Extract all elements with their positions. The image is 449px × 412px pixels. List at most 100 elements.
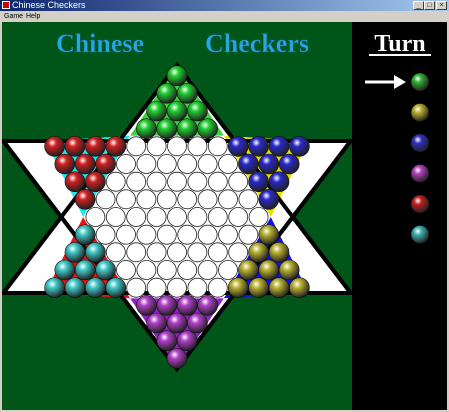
title-bar[interactable]: Chinese Checkers _ □ × [0,0,449,11]
marble-upper-right[interactable] [227,277,249,299]
board-hole[interactable] [207,171,228,192]
board-hole[interactable] [156,224,177,245]
board-hole[interactable] [207,277,228,298]
board-hole[interactable] [187,171,208,192]
board-hole[interactable] [85,207,106,227]
board-hole[interactable] [116,154,136,174]
marble-top[interactable] [146,100,167,122]
marble-lower-left[interactable] [74,153,96,175]
marble-lower-left[interactable] [64,171,86,192]
board-hole[interactable] [116,224,136,245]
marble-upper-right[interactable] [238,259,259,281]
marble-top[interactable] [197,118,218,139]
board-hole[interactable] [95,189,116,210]
board-hole[interactable] [116,189,136,210]
board-hole[interactable] [218,189,238,210]
marble-bottom[interactable] [187,312,208,334]
board-hole[interactable] [197,154,218,174]
marble-top[interactable] [136,118,157,139]
board-hole[interactable] [238,224,259,245]
board-hole[interactable] [126,136,147,157]
marble-bottom[interactable] [166,347,188,369]
board-hole[interactable] [136,224,157,245]
marble-upper-left[interactable] [54,259,76,281]
marble-upper-right[interactable] [258,259,280,281]
board-hole[interactable] [187,207,208,227]
marble-lower-right[interactable] [238,153,259,175]
marble-upper-right[interactable] [248,242,269,263]
board-hole[interactable] [105,242,126,263]
marble-lower-left[interactable] [44,136,65,157]
board-hole[interactable] [136,154,157,174]
marble-lower-right[interactable] [258,153,280,175]
marble-upper-right[interactable] [268,242,290,263]
board-hole[interactable] [207,136,228,157]
board-hole[interactable] [167,277,187,298]
board-hole[interactable] [167,136,187,157]
board-hole[interactable] [218,224,238,245]
board-hole[interactable] [187,277,208,298]
marble-upper-left[interactable] [74,224,96,245]
marble-upper-left[interactable] [95,259,116,281]
marble-upper-left[interactable] [64,277,86,299]
marble-top[interactable] [166,100,188,122]
board-hole[interactable] [218,260,238,280]
marble-lower-right[interactable] [268,136,290,157]
board-hole[interactable] [197,189,218,210]
marble-upper-left[interactable] [105,277,127,299]
marble-bottom[interactable] [166,312,188,334]
board-hole[interactable] [146,136,167,157]
board-hole[interactable] [228,171,249,192]
board-hole[interactable] [177,260,198,280]
board-hole[interactable] [156,189,177,210]
menu-help[interactable]: Help [26,11,40,22]
board-hole[interactable] [105,171,126,192]
board-hole[interactable] [126,277,147,298]
marble-lower-right[interactable] [258,189,280,210]
marble-top[interactable] [156,118,178,139]
marble-top[interactable] [176,83,198,104]
board-hole[interactable] [248,207,269,227]
close-button[interactable]: × [436,1,447,10]
marble-upper-left[interactable] [64,242,86,263]
board-hole[interactable] [197,224,218,245]
board-hole[interactable] [126,171,147,192]
board-hole[interactable] [146,171,167,192]
marble-lower-right[interactable] [268,171,290,192]
marble-lower-right[interactable] [289,136,310,157]
marble-bottom[interactable] [156,330,178,352]
board-hole[interactable] [218,154,238,174]
marble-lower-left[interactable] [95,153,116,175]
board-hole[interactable] [197,260,218,280]
board-hole[interactable] [146,242,167,263]
board-hole[interactable] [177,224,198,245]
board-hole[interactable] [95,224,116,245]
board-hole[interactable] [116,260,136,280]
marble-upper-left[interactable] [85,277,106,299]
marble-bottom[interactable] [136,294,157,316]
board-hole[interactable] [105,207,126,227]
marble-lower-right[interactable] [248,136,269,157]
marble-upper-right[interactable] [258,224,280,245]
board-hole[interactable] [136,260,157,280]
marble-top[interactable] [176,118,198,139]
marble-bottom[interactable] [176,330,198,352]
minimize-button[interactable]: _ [413,1,424,10]
board-hole[interactable] [167,171,187,192]
marble-lower-left[interactable] [85,171,106,192]
board-hole[interactable] [156,154,177,174]
marble-bottom[interactable] [176,294,198,316]
board-hole[interactable] [167,242,187,263]
board-hole[interactable] [187,242,208,263]
marble-lower-right[interactable] [248,171,269,192]
board-hole[interactable] [136,189,157,210]
menu-game[interactable]: Game [4,11,23,22]
board-hole[interactable] [126,207,147,227]
marble-lower-right[interactable] [227,136,249,157]
board-hole[interactable] [187,136,208,157]
marble-lower-left[interactable] [74,189,96,210]
board-hole[interactable] [177,189,198,210]
board-hole[interactable] [167,207,187,227]
marble-upper-right[interactable] [248,277,269,299]
board-hole[interactable] [177,154,198,174]
